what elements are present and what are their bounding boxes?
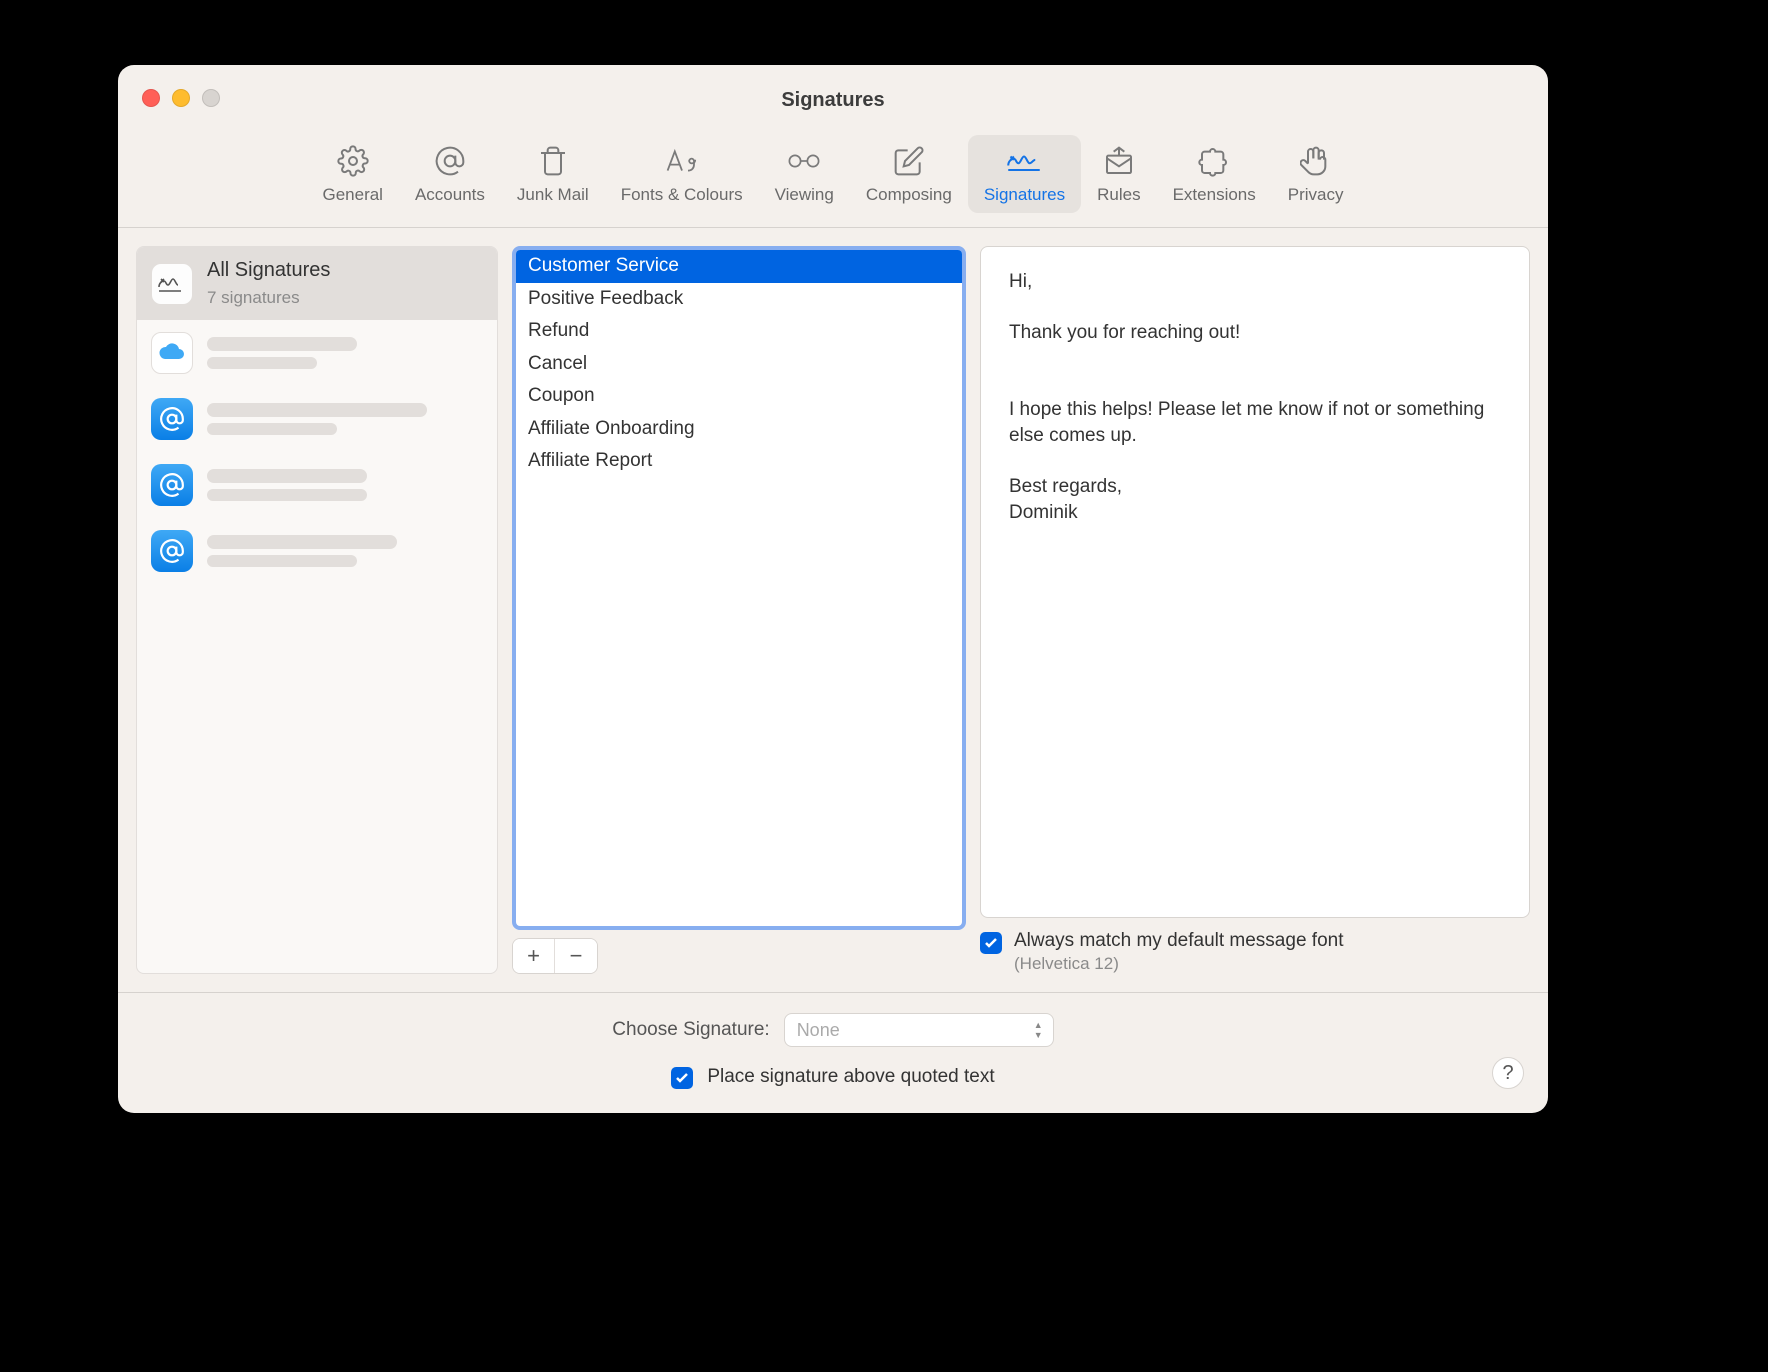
titlebar: Signatures xyxy=(118,65,1548,135)
trash-icon xyxy=(535,143,571,179)
compose-icon xyxy=(891,143,927,179)
signature-preview[interactable]: Hi, Thank you for reaching out! I hope t… xyxy=(980,246,1530,918)
sidebar-item-sub: 7 signatures xyxy=(207,288,330,308)
toolbar-label: Accounts xyxy=(415,185,485,205)
sidebar-item-account[interactable] xyxy=(137,320,497,386)
sidebar-item-title: All Signatures xyxy=(207,259,330,282)
checkbox-checked-icon[interactable] xyxy=(980,932,1002,954)
rules-icon xyxy=(1101,143,1137,179)
at-icon xyxy=(151,398,193,440)
remove-signature-button[interactable]: − xyxy=(555,939,597,973)
signature-item[interactable]: Coupon xyxy=(516,380,962,413)
toolbar-label: Extensions xyxy=(1173,185,1256,205)
toolbar-label: Fonts & Colours xyxy=(621,185,743,205)
signatures-column: Customer ServicePositive FeedbackRefundC… xyxy=(512,246,966,974)
toolbar-label: Signatures xyxy=(984,185,1065,205)
tab-junk-mail[interactable]: Junk Mail xyxy=(501,135,605,213)
signature-item[interactable]: Affiliate Report xyxy=(516,445,962,478)
tab-signatures[interactable]: Signatures xyxy=(968,135,1081,213)
choose-signature-label: Choose Signature: xyxy=(612,1019,769,1041)
tab-general[interactable]: General xyxy=(306,135,398,213)
signatures-preferences-window: Signatures General Accounts Junk Mail Fo… xyxy=(118,65,1548,1113)
sidebar-item-all-signatures[interactable]: All Signatures 7 signatures xyxy=(137,247,497,320)
minimize-window-button[interactable] xyxy=(172,89,190,107)
at-icon xyxy=(432,143,468,179)
match-font-row[interactable]: Always match my default message font (He… xyxy=(980,930,1530,974)
footer: Choose Signature: None ▲▼ Place signatur… xyxy=(118,992,1548,1113)
help-button[interactable]: ? xyxy=(1492,1057,1524,1089)
place-above-row[interactable]: Place signature above quoted text xyxy=(142,1065,1524,1089)
sidebar-item-account[interactable] xyxy=(137,386,497,452)
toolbar-label: Junk Mail xyxy=(517,185,589,205)
toolbar-label: General xyxy=(322,185,382,205)
hand-icon xyxy=(1298,143,1334,179)
tab-rules[interactable]: Rules xyxy=(1081,135,1156,213)
zoom-window-button[interactable] xyxy=(202,89,220,107)
select-value: None xyxy=(797,1020,840,1041)
sidebar-item-account[interactable] xyxy=(137,452,497,518)
puzzle-icon xyxy=(1196,143,1232,179)
toolbar-label: Privacy xyxy=(1288,185,1344,205)
tab-composing[interactable]: Composing xyxy=(850,135,968,213)
toolbar-label: Rules xyxy=(1097,185,1140,205)
at-icon xyxy=(151,464,193,506)
icloud-icon xyxy=(151,332,193,374)
tab-extensions[interactable]: Extensions xyxy=(1157,135,1272,213)
add-signature-button[interactable]: + xyxy=(513,939,555,973)
place-above-label: Place signature above quoted text xyxy=(707,1066,994,1088)
glasses-icon xyxy=(786,143,822,179)
signature-item[interactable]: Cancel xyxy=(516,348,962,381)
tab-fonts-colours[interactable]: Fonts & Colours xyxy=(605,135,759,213)
match-font-label: Always match my default message font xyxy=(1014,930,1343,952)
sidebar-item-account[interactable] xyxy=(137,518,497,584)
toolbar-label: Viewing xyxy=(775,185,834,205)
signature-item[interactable]: Positive Feedback xyxy=(516,283,962,316)
toolbar-label: Composing xyxy=(866,185,952,205)
tab-privacy[interactable]: Privacy xyxy=(1272,135,1360,213)
choose-signature-select[interactable]: None ▲▼ xyxy=(784,1013,1054,1047)
add-remove-control: + − xyxy=(512,938,598,974)
preview-column: Hi, Thank you for reaching out! I hope t… xyxy=(980,246,1530,974)
signatures-list[interactable]: Customer ServicePositive FeedbackRefundC… xyxy=(512,246,966,930)
font-icon xyxy=(664,143,700,179)
at-icon xyxy=(151,530,193,572)
tab-accounts[interactable]: Accounts xyxy=(399,135,501,213)
preferences-toolbar: General Accounts Junk Mail Fonts & Colou… xyxy=(118,135,1548,228)
signature-icon xyxy=(151,263,193,305)
match-font-sub: (Helvetica 12) xyxy=(1014,954,1343,974)
window-title: Signatures xyxy=(781,89,884,112)
signature-item[interactable]: Customer Service xyxy=(516,250,962,283)
signature-icon xyxy=(1006,143,1042,179)
signature-item[interactable]: Affiliate Onboarding xyxy=(516,413,962,446)
chevron-updown-icon: ▲▼ xyxy=(1034,1020,1043,1040)
gear-icon xyxy=(335,143,371,179)
window-controls xyxy=(142,89,220,107)
checkbox-checked-icon[interactable] xyxy=(671,1067,693,1089)
content-area: All Signatures 7 signatures xyxy=(118,228,1548,992)
close-window-button[interactable] xyxy=(142,89,160,107)
signature-item[interactable]: Refund xyxy=(516,315,962,348)
accounts-sidebar: All Signatures 7 signatures xyxy=(136,246,498,974)
choose-signature-row: Choose Signature: None ▲▼ xyxy=(142,1013,1524,1047)
tab-viewing[interactable]: Viewing xyxy=(759,135,850,213)
